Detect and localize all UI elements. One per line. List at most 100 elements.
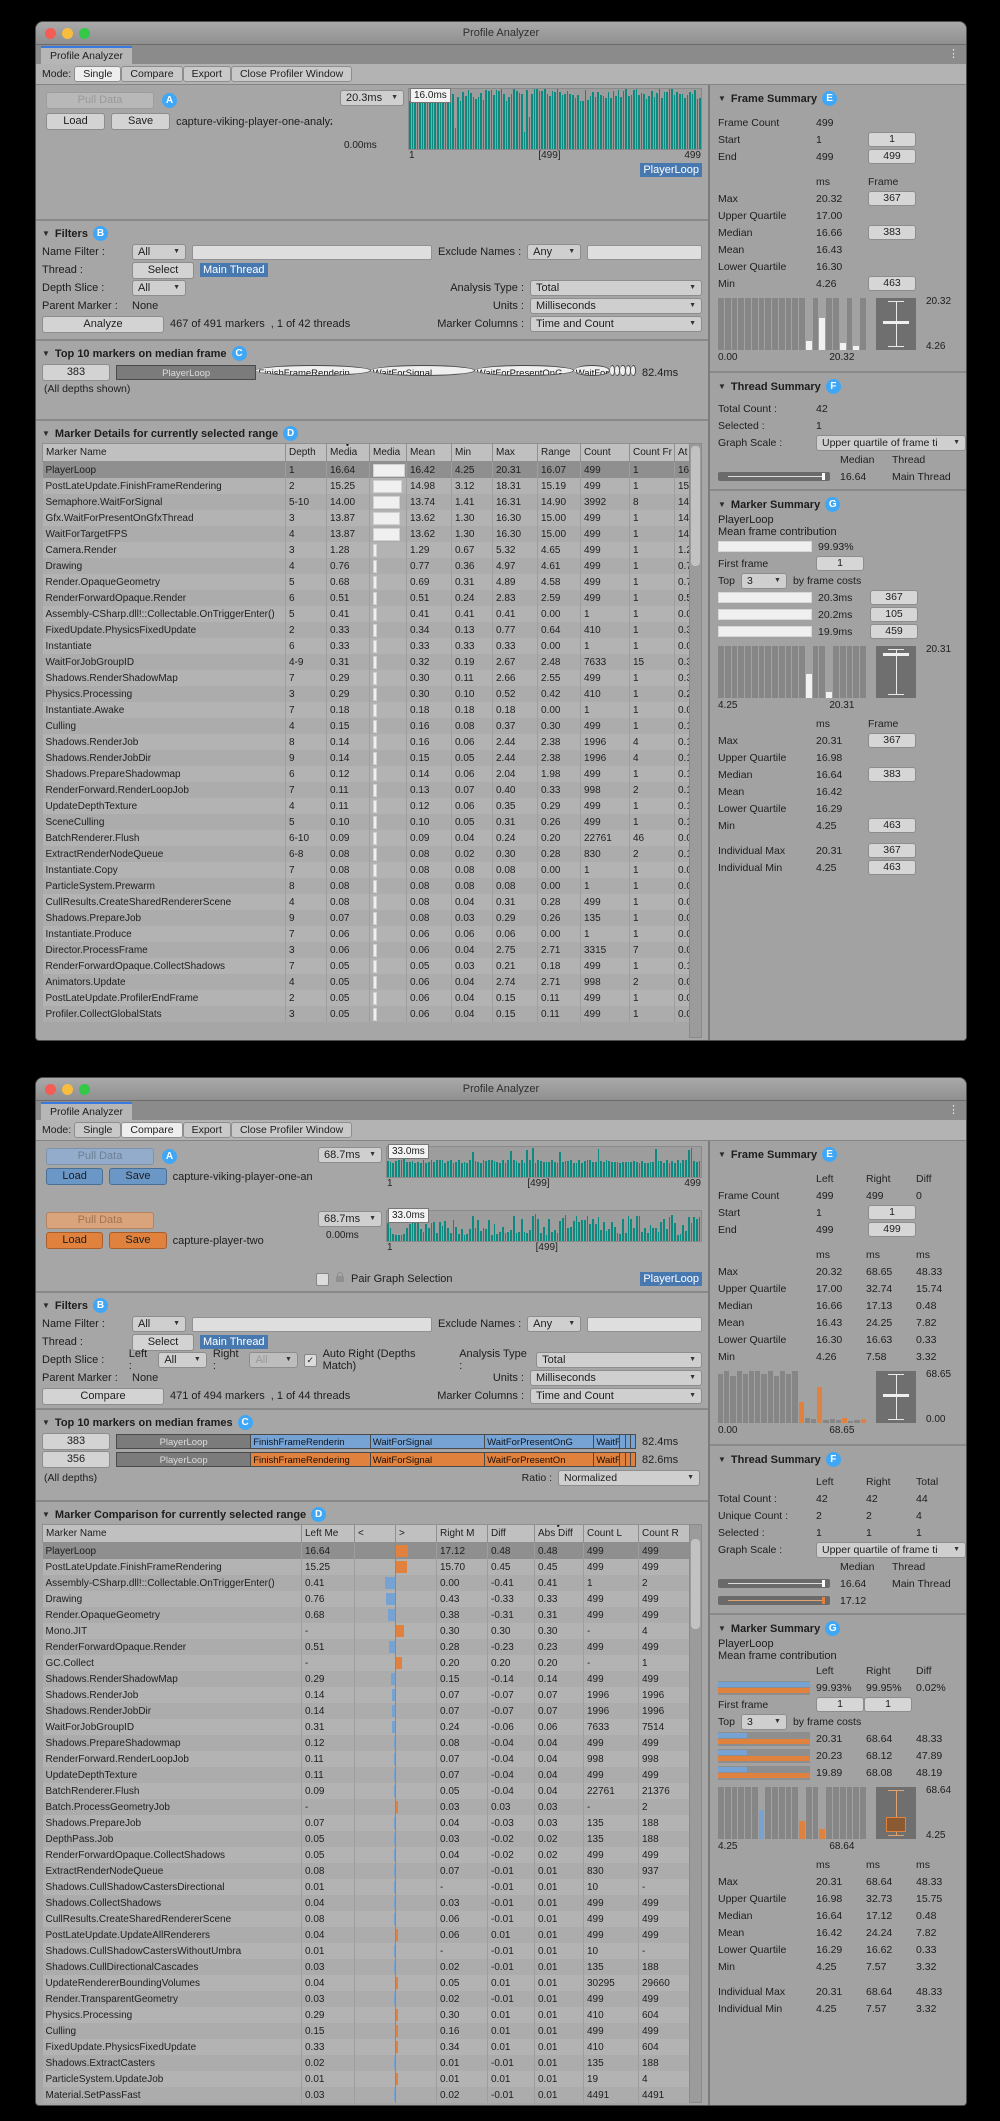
table-row[interactable]: UpdateRendererBoundingVolumes0.040.050.0… bbox=[43, 1975, 690, 1991]
ratio-dropdown[interactable]: Normalized▼ bbox=[558, 1470, 700, 1486]
table-row[interactable]: UpdateDepthTexture40.110.120.060.350.294… bbox=[43, 798, 690, 814]
table-row[interactable]: Shadows.PrepareJob90.070.080.030.290.261… bbox=[43, 910, 690, 926]
table-row[interactable]: Culling0.150.160.010.014994990 bbox=[43, 2023, 690, 2039]
column-header-left-me[interactable]: Left Me bbox=[302, 1525, 355, 1543]
graph-scale-dropdown[interactable]: Upper quartile of frame ti▼ bbox=[816, 1542, 966, 1558]
top10-segment[interactable]: PlayerLoop bbox=[116, 1434, 251, 1449]
mode-button-export[interactable]: Export bbox=[183, 66, 231, 82]
table-row[interactable]: Batch.ProcessGeometryJob-0.030.030.03-22 bbox=[43, 1799, 690, 1815]
pull-data-button[interactable]: Pull Data bbox=[46, 1212, 154, 1229]
table-row[interactable]: Physics.Processing30.290.300.100.520.424… bbox=[43, 686, 690, 702]
top10-frame-button[interactable]: 383 bbox=[42, 364, 110, 381]
name-filter-input[interactable] bbox=[192, 245, 432, 260]
column-header-marker-name[interactable]: Marker Name bbox=[43, 1525, 302, 1543]
table-row[interactable]: FixedUpdate.PhysicsFixedUpdate0.330.340.… bbox=[43, 2039, 690, 2055]
table-row[interactable]: PostLateUpdate.FinishFrameRendering215.2… bbox=[43, 478, 690, 494]
column-header-media[interactable]: Media bbox=[327, 444, 370, 462]
collapse-triangle-icon[interactable]: ▼ bbox=[42, 229, 50, 238]
load-button[interactable]: Load bbox=[46, 1232, 103, 1249]
column-header-count-l[interactable]: Count L bbox=[584, 1525, 639, 1543]
table-row[interactable]: UpdateDepthTexture0.110.07-0.040.0449949… bbox=[43, 1767, 690, 1783]
table-row[interactable]: Shadows.RenderJob0.140.07-0.070.07199619… bbox=[43, 1687, 690, 1703]
units-dropdown[interactable]: Milliseconds▼ bbox=[530, 298, 702, 314]
table-row[interactable]: Camera.Render31.281.290.675.324.6549911.… bbox=[43, 542, 690, 558]
top10-segment[interactable]: PlayerLoop bbox=[116, 365, 256, 380]
column-header-right-m[interactable]: Right M bbox=[437, 1525, 488, 1543]
selected-marker-chip[interactable]: PlayerLoop bbox=[640, 163, 702, 177]
frame-jump-button[interactable]: 367 bbox=[870, 590, 918, 605]
frame-jump-button[interactable]: 383 bbox=[868, 225, 916, 240]
mode-button-export[interactable]: Export bbox=[183, 1122, 231, 1138]
top10-segment[interactable]: WaitForTargetFPS bbox=[594, 1434, 620, 1449]
frame-jump-button[interactable]: 105 bbox=[870, 607, 918, 622]
table-row[interactable]: Shadows.RenderJobDir0.140.07-0.070.07199… bbox=[43, 1703, 690, 1719]
column-header-max[interactable]: Max bbox=[493, 444, 538, 462]
mode-button-compare[interactable]: Compare bbox=[121, 1122, 182, 1138]
table-row[interactable]: Shadows.PrepareShadowmap60.120.140.062.0… bbox=[43, 766, 690, 782]
table-row[interactable]: Shadows.CollectShadows0.040.03-0.010.014… bbox=[43, 1895, 690, 1911]
load-button[interactable]: Load bbox=[46, 1168, 103, 1185]
name-filter-mode-dropdown[interactable]: All▼ bbox=[132, 1316, 186, 1332]
table-row[interactable]: WaitForJobGroupID4-90.310.320.192.672.48… bbox=[43, 654, 690, 670]
column-header-<[interactable]: < bbox=[355, 1525, 396, 1543]
table-row[interactable]: RenderForwardOpaque.Render0.510.28-0.230… bbox=[43, 1639, 690, 1655]
selected-marker-chip[interactable]: PlayerLoop bbox=[640, 1272, 702, 1286]
first-frame-button[interactable]: 1 bbox=[864, 1697, 912, 1712]
top10-segment[interactable]: PlayerLoop bbox=[116, 1452, 251, 1467]
table-row[interactable]: Instantiate60.330.330.330.330.00110.00 bbox=[43, 638, 690, 654]
table-row[interactable]: BatchRenderer.Flush0.090.05-0.040.042276… bbox=[43, 1783, 690, 1799]
column-header-marker-name[interactable]: Marker Name bbox=[43, 444, 286, 462]
table-scrollbar[interactable] bbox=[689, 1524, 702, 2103]
top10-segment[interactable]: FinishFrameRenderin bbox=[251, 1434, 371, 1449]
depth-left-dropdown[interactable]: All▼ bbox=[158, 1352, 207, 1368]
table-row[interactable]: FixedUpdate.PhysicsFixedUpdate20.330.340… bbox=[43, 622, 690, 638]
graph-scale-dropdown[interactable]: 20.3ms▼ bbox=[340, 90, 404, 106]
frame-jump-button[interactable]: 383 bbox=[868, 767, 916, 782]
table-row[interactable]: GC.Collect-0.200.200.20-11 bbox=[43, 1655, 690, 1671]
titlebar[interactable]: Profile Analyzer bbox=[36, 1078, 966, 1101]
depth-right-dropdown[interactable]: All▼ bbox=[249, 1352, 298, 1368]
table-row[interactable]: Material.SetPassFast0.030.02-0.010.01449… bbox=[43, 2087, 690, 2103]
frame-jump-button[interactable]: 499 bbox=[868, 149, 916, 164]
table-row[interactable]: Shadows.PrepareJob0.070.04-0.030.0313518… bbox=[43, 1815, 690, 1831]
top10-segment[interactable] bbox=[626, 365, 631, 376]
pull-data-button[interactable]: Pull Data bbox=[46, 1148, 154, 1165]
top-n-dropdown[interactable]: 3▼ bbox=[741, 573, 787, 589]
table-row[interactable]: Animators.Update40.050.060.042.742.71998… bbox=[43, 974, 690, 990]
top10-segment[interactable]: WaitForTargetFPS bbox=[574, 365, 610, 376]
column-header-min[interactable]: Min bbox=[452, 444, 493, 462]
top10-segment[interactable]: WaitForPresentOnG bbox=[475, 365, 574, 376]
table-row[interactable]: RenderForwardOpaque.CollectShadows70.050… bbox=[43, 958, 690, 974]
pull-data-button[interactable]: Pull Data bbox=[46, 92, 154, 109]
table-row[interactable]: Instantiate.Copy70.080.080.080.080.00110… bbox=[43, 862, 690, 878]
table-row[interactable]: Drawing40.760.770.364.974.6149910.77 bbox=[43, 558, 690, 574]
graph-scale-dropdown[interactable]: 68.7ms▼ bbox=[318, 1211, 382, 1227]
table-row[interactable]: CullResults.CreateSharedRendererScene40.… bbox=[43, 894, 690, 910]
table-row[interactable]: Render.OpaqueGeometry50.680.690.314.894.… bbox=[43, 574, 690, 590]
table-row[interactable]: ParticleSystem.Prewarm80.080.080.080.080… bbox=[43, 878, 690, 894]
table-row[interactable]: WaitForTargetFPS413.8713.621.3016.3015.0… bbox=[43, 526, 690, 542]
frame-jump-button[interactable]: 459 bbox=[870, 624, 918, 639]
collapse-triangle-icon[interactable]: ▼ bbox=[42, 1418, 50, 1427]
table-row[interactable]: Culling40.150.160.080.370.3049910.14 bbox=[43, 718, 690, 734]
table-row[interactable]: ParticleSystem.UpdateJob0.010.010.010.01… bbox=[43, 2071, 690, 2087]
table-row[interactable]: Semaphore.WaitForSignal5-1014.0013.741.4… bbox=[43, 494, 690, 510]
column-header-depth[interactable]: Depth bbox=[286, 444, 327, 462]
table-row[interactable]: Shadows.RenderShadowMap0.290.15-0.140.14… bbox=[43, 1671, 690, 1687]
column-header-range[interactable]: Range bbox=[538, 444, 581, 462]
table-row[interactable]: Drawing0.760.43-0.330.334994990 bbox=[43, 1591, 690, 1607]
exclude-names-input[interactable] bbox=[587, 1317, 702, 1332]
table-row[interactable]: Render.TransparentGeometry0.030.02-0.010… bbox=[43, 1991, 690, 2007]
table-row[interactable]: Shadows.CullShadowCastersWithoutUmbra0.0… bbox=[43, 1943, 690, 1959]
graph-scale-dropdown[interactable]: 68.7ms▼ bbox=[318, 1147, 382, 1163]
top10-segment[interactable]: WaitForSignal bbox=[371, 1452, 485, 1467]
table-scrollbar[interactable] bbox=[689, 443, 702, 1038]
column-header-at-median-f[interactable]: At Median F bbox=[675, 444, 690, 462]
top10-frame-button[interactable]: 356 bbox=[42, 1451, 110, 1468]
kebab-menu-icon[interactable]: ⋮ bbox=[948, 47, 959, 60]
tab-profile-analyzer[interactable]: Profile Analyzer bbox=[41, 1102, 132, 1120]
table-row[interactable]: Shadows.PrepareShadowmap0.120.08-0.040.0… bbox=[43, 1735, 690, 1751]
table-row[interactable]: ExtractRenderNodeQueue0.080.07-0.010.018… bbox=[43, 1863, 690, 1879]
table-row[interactable]: Director.ProcessFrame30.060.060.042.752.… bbox=[43, 942, 690, 958]
column-header->[interactable]: > bbox=[396, 1525, 437, 1543]
